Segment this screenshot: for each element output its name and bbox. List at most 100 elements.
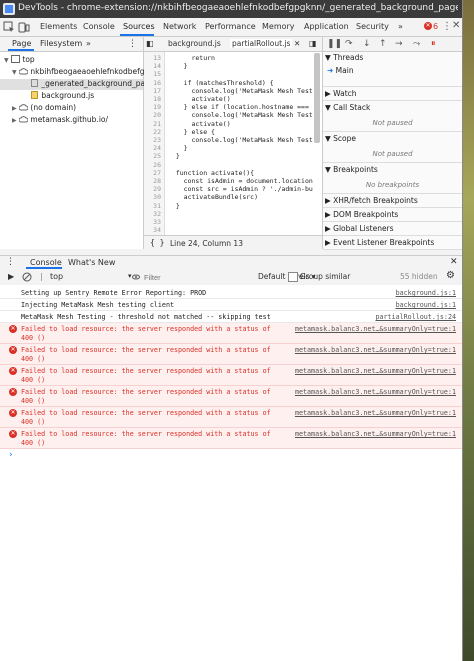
console-prompt[interactable]: › — [9, 450, 13, 460]
message-source-link[interactable]: metamask.balanc3.net…&summaryOnly=true:1 — [295, 325, 456, 333]
tab-application[interactable]: Application — [304, 22, 349, 31]
event-listener-breakpoints-header[interactable]: ▶ Event Listener Breakpoints — [325, 238, 434, 247]
console-settings-gear-icon[interactable]: ⚙ — [446, 270, 455, 281]
error-count[interactable]: 6 — [433, 22, 438, 31]
toggle-debugger-icon[interactable]: ◨ — [309, 39, 317, 48]
step-icon[interactable]: → — [395, 39, 403, 49]
scope-header[interactable]: ▼ Scope — [325, 134, 356, 143]
tree-item-top[interactable]: ▼ top — [4, 55, 35, 66]
message-source-link[interactable]: metamask.balanc3.net…&summaryOnly=true:1 — [295, 388, 456, 396]
line-number[interactable]: 17 — [153, 87, 161, 95]
tab-console[interactable]: Console — [83, 22, 115, 31]
tree-item-background-js[interactable]: background.js — [30, 91, 94, 102]
context-dropdown-icon[interactable]: ▾ — [128, 272, 132, 280]
deactivate-breakpoints-icon[interactable]: ⤳ — [413, 39, 420, 49]
line-number[interactable]: 26 — [153, 161, 161, 169]
eye-icon[interactable] — [132, 273, 140, 281]
console-filter-input[interactable] — [142, 271, 256, 283]
event-listener-breakpoints-section[interactable]: ▶ Event Listener Breakpoints — [323, 236, 462, 250]
code-content[interactable]: return } if (matchesThreshold) { console… — [168, 52, 318, 235]
line-number[interactable]: 18 — [153, 95, 161, 103]
step-out-icon[interactable]: ↑ — [379, 39, 387, 49]
tab-sources[interactable]: Sources — [123, 22, 155, 31]
line-number[interactable]: 31 — [153, 202, 161, 210]
line-number[interactable]: 33 — [153, 218, 161, 226]
customize-menu-icon[interactable]: ⋮ — [442, 21, 452, 32]
line-number[interactable]: 14 — [153, 62, 161, 70]
navigator-more-button[interactable]: » — [86, 39, 91, 48]
global-listeners-header[interactable]: ▶ Global Listeners — [325, 224, 394, 233]
line-number[interactable]: 28 — [153, 177, 161, 185]
tab-network[interactable]: Network — [163, 22, 196, 31]
tree-item-no-domain[interactable]: ▶ (no domain) — [12, 103, 76, 114]
breakpoints-header[interactable]: ▼ Breakpoints — [325, 165, 378, 174]
more-tabs-button[interactable]: » — [398, 22, 403, 31]
line-number[interactable]: 15 — [153, 70, 161, 78]
pause-on-exceptions-icon[interactable]: ⏸ — [431, 39, 436, 49]
tree-item-background-page[interactable]: _generated_background_page.html — [0, 79, 174, 90]
close-devtools-icon[interactable]: ✕ — [452, 20, 460, 31]
close-tab-icon[interactable]: ✕ — [294, 39, 300, 48]
tab-memory[interactable]: Memory — [262, 22, 295, 31]
line-number[interactable]: 16 — [153, 79, 161, 87]
editor-tab-partialrollout-js[interactable]: partialRollout.js — [230, 39, 293, 48]
drawer-tab-whats-new[interactable]: What's New — [68, 258, 115, 267]
line-number[interactable]: 25 — [153, 152, 161, 160]
message-source-link[interactable]: metamask.balanc3.net…&summaryOnly=true:1 — [295, 409, 456, 417]
line-number[interactable]: 34 — [153, 226, 161, 234]
line-number[interactable]: 19 — [153, 103, 161, 111]
tab-filesystem[interactable]: Filesystem — [40, 39, 82, 48]
callstack-header[interactable]: ▼ Call Stack — [325, 103, 370, 112]
line-number[interactable]: 30 — [153, 193, 161, 201]
watch-section[interactable]: ▶ Watch — [323, 87, 462, 101]
line-number[interactable]: 32 — [153, 210, 161, 218]
dom-breakpoints-header[interactable]: ▶ DOM Breakpoints — [325, 210, 398, 219]
message-source-link[interactable]: background.js:1 — [396, 301, 456, 309]
inspect-element-icon[interactable] — [3, 21, 15, 33]
message-source-link[interactable]: background.js:1 — [396, 289, 456, 297]
clear-console-icon[interactable] — [22, 272, 32, 282]
group-similar-checkbox[interactable] — [288, 272, 298, 282]
line-number[interactable]: 27 — [153, 169, 161, 177]
section-title: Scope — [333, 134, 357, 143]
tab-page[interactable]: Page — [12, 39, 31, 48]
device-toolbar-icon[interactable] — [18, 21, 30, 33]
line-number[interactable]: 20 — [153, 111, 161, 119]
error-badge-icon[interactable]: ✕ — [424, 22, 432, 30]
step-into-icon[interactable]: ↓ — [363, 39, 371, 49]
pretty-print-icon[interactable]: { } — [150, 238, 164, 247]
drawer-tab-console[interactable]: Console — [30, 258, 62, 267]
message-source-link[interactable]: metamask.balanc3.net…&summaryOnly=true:1 — [295, 346, 456, 354]
context-selector[interactable]: top — [50, 272, 63, 281]
pause-icon[interactable]: ❚❚ — [327, 39, 342, 49]
message-source-link[interactable]: partialRollout.js:24 — [375, 313, 456, 321]
close-drawer-icon[interactable]: ✕ — [450, 257, 458, 267]
message-source-link[interactable]: metamask.balanc3.net…&summaryOnly=true:1 — [295, 367, 456, 375]
tab-performance[interactable]: Performance — [205, 22, 256, 31]
step-over-icon[interactable]: ↷ — [345, 39, 353, 49]
console-sidebar-icon[interactable]: ▶ — [8, 272, 14, 281]
thread-main[interactable]: ➜ Main — [327, 66, 354, 75]
dom-breakpoints-section[interactable]: ▶ DOM Breakpoints — [323, 208, 462, 222]
xhr-breakpoints-header[interactable]: ▶ XHR/fetch Breakpoints — [325, 196, 418, 205]
editor-scrollbar[interactable] — [314, 53, 320, 143]
threads-header[interactable]: ▼ Threads — [325, 53, 363, 62]
toggle-navigator-icon[interactable]: ◧ — [146, 39, 154, 48]
line-number[interactable]: 22 — [153, 128, 161, 136]
editor-tab-background-js[interactable]: background.js — [168, 39, 221, 48]
cursor-position: Line 24, Column 13 — [170, 239, 243, 248]
line-number[interactable]: 24 — [153, 144, 161, 152]
line-number[interactable]: 23 — [153, 136, 161, 144]
tab-security[interactable]: Security — [356, 22, 389, 31]
navigator-menu-icon[interactable]: ⋮ — [128, 39, 137, 49]
xhr-breakpoints-section[interactable]: ▶ XHR/fetch Breakpoints — [323, 194, 462, 208]
message-source-link[interactable]: metamask.balanc3.net…&summaryOnly=true:1 — [295, 430, 456, 438]
line-number[interactable]: 13 — [153, 54, 161, 62]
drawer-menu-icon[interactable]: ⋮ — [6, 257, 15, 267]
line-number[interactable]: 21 — [153, 120, 161, 128]
global-listeners-section[interactable]: ▶ Global Listeners — [323, 222, 462, 236]
tab-elements[interactable]: Elements — [40, 22, 77, 31]
watch-header[interactable]: ▶ Watch — [325, 89, 357, 98]
tree-item-metamask-github[interactable]: ▶ metamask.github.io/ — [12, 115, 108, 126]
line-number[interactable]: 29 — [153, 185, 161, 193]
